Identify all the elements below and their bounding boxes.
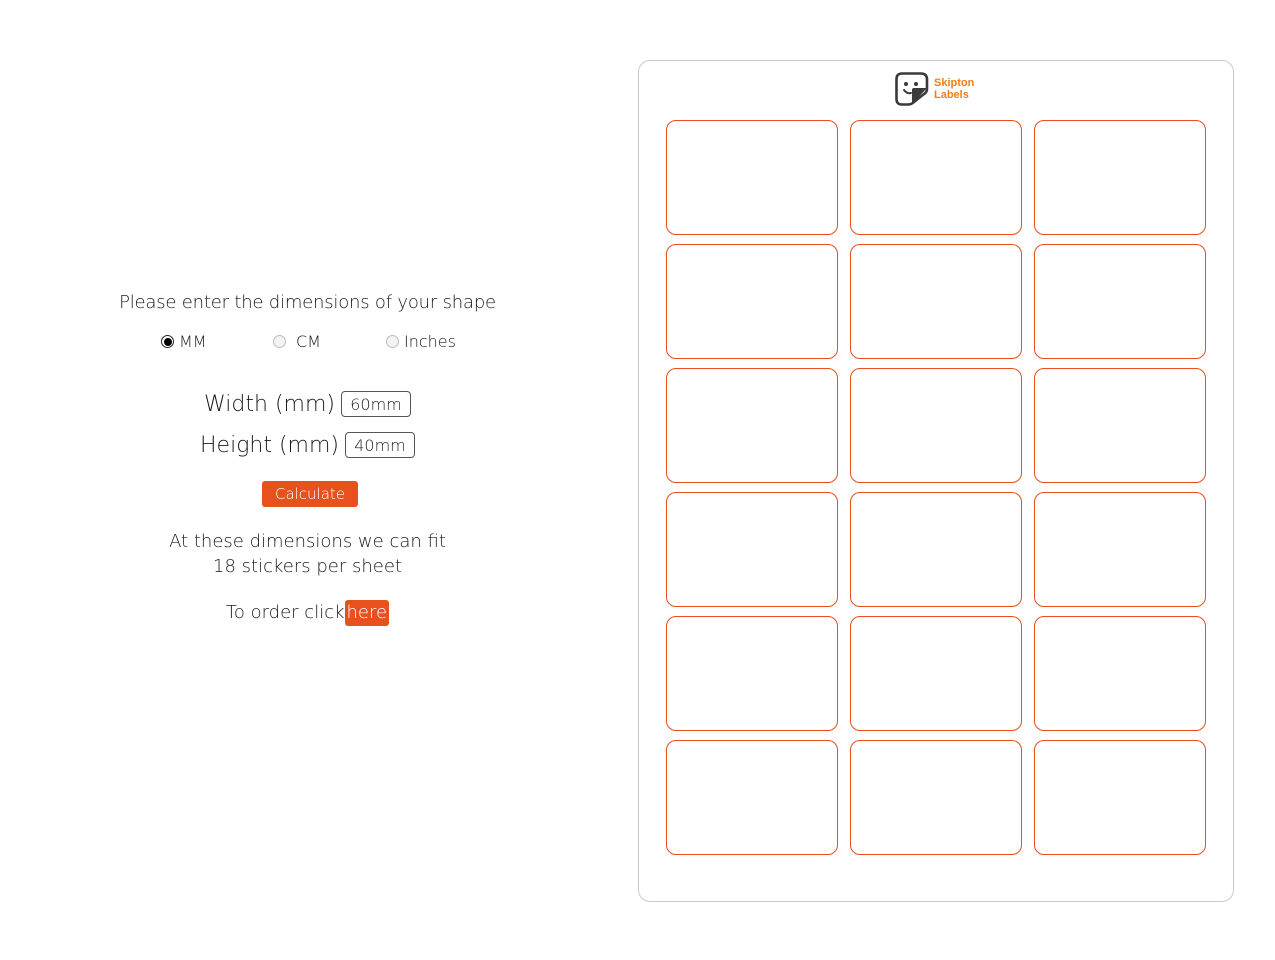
result-line-1: At these dimensions we can fit (169, 531, 446, 552)
result-text: At these dimensions we can fit 18 sticke… (0, 529, 615, 579)
label-cell (1034, 492, 1206, 607)
label-sheet-preview: Skipton Labels (638, 60, 1234, 902)
label-cell (666, 492, 838, 607)
unit-inches-radio[interactable] (386, 335, 399, 348)
unit-inches-label: Inches (404, 332, 456, 351)
height-row: Height (mm) (0, 432, 615, 458)
unit-cm-radio[interactable] (273, 335, 286, 348)
sticker-face-icon (895, 72, 929, 106)
unit-option-inches[interactable]: Inches (386, 332, 456, 351)
result-line-2: 18 stickers per sheet (213, 556, 402, 577)
label-cell (666, 368, 838, 483)
label-cell (850, 244, 1022, 359)
calculator-panel: Please enter the dimensions of your shap… (0, 0, 615, 960)
dimensions-prompt: Please enter the dimensions of your shap… (119, 292, 496, 313)
width-row: Width (mm) (0, 391, 615, 417)
height-input[interactable] (344, 432, 415, 458)
label-cell (850, 120, 1022, 235)
label-cell (666, 616, 838, 731)
label-cell (850, 616, 1022, 731)
brand-name: Skipton Labels (934, 77, 974, 101)
unit-mm-radio[interactable] (161, 335, 174, 348)
label-cell (1034, 120, 1206, 235)
unit-cm-label: CM (296, 332, 321, 351)
label-cell (666, 740, 838, 855)
brand-line-1: Skipton (934, 77, 975, 89)
label-cell (1034, 740, 1206, 855)
unit-mm-label: MM (179, 332, 207, 351)
label-cell (666, 120, 838, 235)
label-cell (850, 368, 1022, 483)
brand-line-2: Labels (934, 89, 969, 101)
height-label: Height (mm) (200, 432, 339, 458)
label-cell (1034, 368, 1206, 483)
label-cell (850, 492, 1022, 607)
unit-option-cm[interactable]: CM (273, 332, 321, 351)
width-input[interactable] (340, 391, 411, 417)
calculate-button[interactable]: Calculate (262, 481, 358, 507)
label-cell (1034, 616, 1206, 731)
label-grid (666, 120, 1206, 855)
width-label: Width (mm) (204, 391, 335, 417)
label-cell (1034, 244, 1206, 359)
order-prefix: To order click (225, 602, 345, 623)
label-cell (666, 244, 838, 359)
label-cell (850, 740, 1022, 855)
skipton-labels-logo: Skipton Labels (895, 72, 974, 106)
order-line: To order click here (0, 600, 615, 626)
unit-option-mm[interactable]: MM (161, 332, 207, 351)
order-here-link[interactable]: here (344, 600, 390, 626)
